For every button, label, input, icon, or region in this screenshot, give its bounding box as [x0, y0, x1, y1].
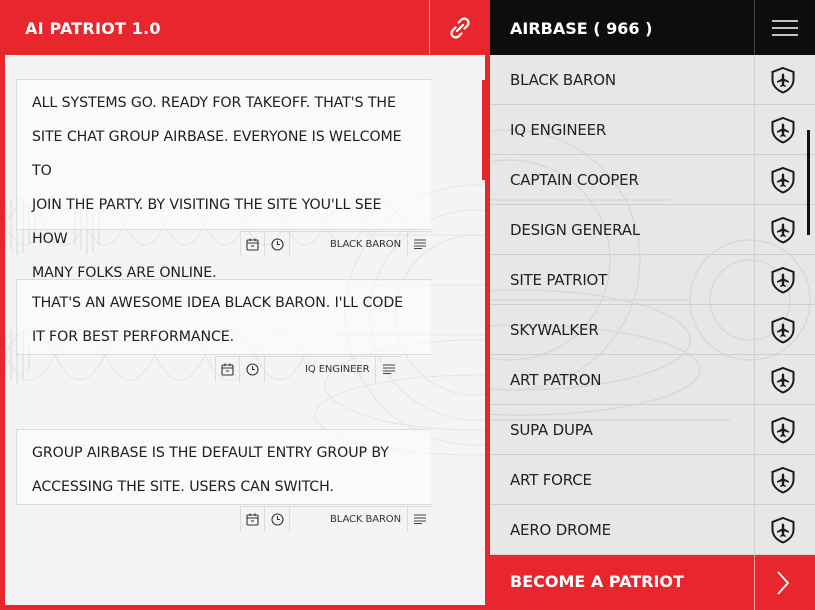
user-list-item[interactable]: BLACK BARON	[490, 55, 815, 105]
message-card: THAT'S AN AWESOME IDEA BLACK BARON. I'LL…	[16, 279, 431, 355]
message-author[interactable]: BLACK BARON	[290, 231, 408, 257]
airplane-shield-icon	[771, 66, 794, 94]
message-author[interactable]: IQ ENGINEER	[265, 356, 377, 382]
user-name: DESIGN GENERAL	[510, 221, 641, 239]
user-name: CAPTAIN COOPER	[510, 171, 639, 189]
calendar-icon	[221, 363, 234, 376]
hamburger-menu-icon	[772, 19, 798, 36]
lines-menu-icon	[382, 364, 395, 374]
message-text: GROUP AIRBASE IS THE DEFAULT ENTRY GROUP…	[32, 445, 389, 495]
message-card: ALL SYSTEMS GO. READY FOR TAKEOFF. THAT'…	[16, 79, 431, 281]
become-button-label: BECOME A PATRIOT	[510, 572, 684, 591]
chat-header: AI PATRIOT 1.0	[0, 0, 490, 55]
time-button[interactable]	[240, 356, 265, 382]
become-arrow	[755, 555, 810, 610]
airplane-shield-icon	[771, 516, 794, 544]
user-name: AERO DROME	[510, 521, 611, 539]
user-badge[interactable]	[755, 255, 810, 305]
link-chain-icon	[450, 16, 470, 39]
clock-icon	[245, 362, 259, 376]
lines-menu-icon	[414, 239, 427, 249]
roster-panel: AIRBASE ( 966 ) BLACK BARON IQ ENGINEER CA…	[490, 0, 815, 610]
user-list-item[interactable]: ART PATRON	[490, 355, 815, 405]
user-list-item[interactable]: SUPA DUPA	[490, 405, 815, 455]
message-menu-button[interactable]	[408, 232, 433, 257]
user-name: ART PATRON	[510, 371, 602, 389]
calendar-icon	[246, 238, 259, 251]
user-badge[interactable]	[755, 305, 810, 355]
user-badge[interactable]	[755, 505, 810, 555]
date-button[interactable]	[215, 356, 240, 382]
clock-icon	[270, 512, 284, 526]
message-text: THAT'S AN AWESOME IDEA BLACK BARON. I'LL…	[32, 295, 404, 345]
message-meta: BLACK BARON	[240, 506, 433, 532]
app-title: AI PATRIOT 1.0	[25, 19, 161, 38]
user-name: SKYWALKER	[510, 321, 599, 339]
user-name: SUPA DUPA	[510, 421, 593, 439]
user-list-item[interactable]: ART FORCE	[490, 455, 815, 505]
clock-icon	[270, 237, 284, 251]
message-card: GROUP AIRBASE IS THE DEFAULT ENTRY GROUP…	[16, 429, 431, 505]
user-name: SITE PATRIOT	[510, 271, 608, 289]
user-list-item[interactable]: CAPTAIN COOPER	[490, 155, 815, 205]
message-text: ALL SYSTEMS GO. READY FOR TAKEOFF. THAT'…	[32, 95, 402, 281]
message-list[interactable]: ALL SYSTEMS GO. READY FOR TAKEOFF. THAT'…	[5, 55, 485, 605]
user-list-item[interactable]: SKYWALKER	[490, 305, 815, 355]
message-author[interactable]: BLACK BARON	[290, 506, 408, 532]
user-badge[interactable]	[755, 455, 810, 505]
message-meta: IQ ENGINEER	[215, 356, 402, 382]
user-badge[interactable]	[755, 155, 810, 205]
user-name: IQ ENGINEER	[510, 121, 607, 139]
user-badge[interactable]	[755, 55, 810, 105]
link-button[interactable]	[430, 0, 490, 55]
user-badge[interactable]	[755, 105, 810, 155]
airplane-shield-icon	[771, 466, 794, 494]
user-badge[interactable]	[755, 205, 810, 255]
message-menu-button[interactable]	[376, 357, 401, 382]
roster-scrollbar[interactable]	[807, 130, 810, 235]
airplane-shield-icon	[771, 316, 794, 344]
lines-menu-icon	[414, 514, 427, 524]
become-a-patriot-button[interactable]: BECOME A PATRIOT	[490, 555, 815, 610]
user-list-item[interactable]: DESIGN GENERAL	[490, 205, 815, 255]
roster-title: AIRBASE ( 966 )	[510, 19, 653, 38]
airplane-shield-icon	[771, 216, 794, 244]
user-badge[interactable]	[755, 355, 810, 405]
user-list-item[interactable]: SITE PATRIOT	[490, 255, 815, 305]
user-list: BLACK BARON IQ ENGINEER CAPTAIN COOPER DESI…	[490, 55, 815, 555]
message-meta: BLACK BARON	[240, 231, 433, 257]
roster-header: AIRBASE ( 966 )	[490, 0, 815, 55]
user-name: ART FORCE	[510, 471, 592, 489]
chevron-right-icon	[776, 570, 789, 595]
user-list-item[interactable]: IQ ENGINEER	[490, 105, 815, 155]
chat-panel: AI PATRIOT 1.0 ALL SYSTEMS GO. READY FOR…	[0, 0, 490, 610]
message-menu-button[interactable]	[408, 507, 433, 532]
user-list-item[interactable]: AERO DROME	[490, 505, 815, 555]
menu-button[interactable]	[755, 0, 815, 55]
user-badge[interactable]	[755, 405, 810, 455]
chat-scrollbar[interactable]	[482, 80, 485, 180]
airplane-shield-icon	[771, 366, 794, 394]
airplane-shield-icon	[771, 116, 794, 144]
time-button[interactable]	[265, 231, 290, 257]
date-button[interactable]	[240, 231, 265, 257]
airplane-shield-icon	[771, 416, 794, 444]
calendar-icon	[246, 513, 259, 526]
time-button[interactable]	[265, 506, 290, 532]
date-button[interactable]	[240, 506, 265, 532]
airplane-shield-icon	[771, 166, 794, 194]
airplane-shield-icon	[771, 266, 794, 294]
user-name: BLACK BARON	[510, 71, 616, 89]
